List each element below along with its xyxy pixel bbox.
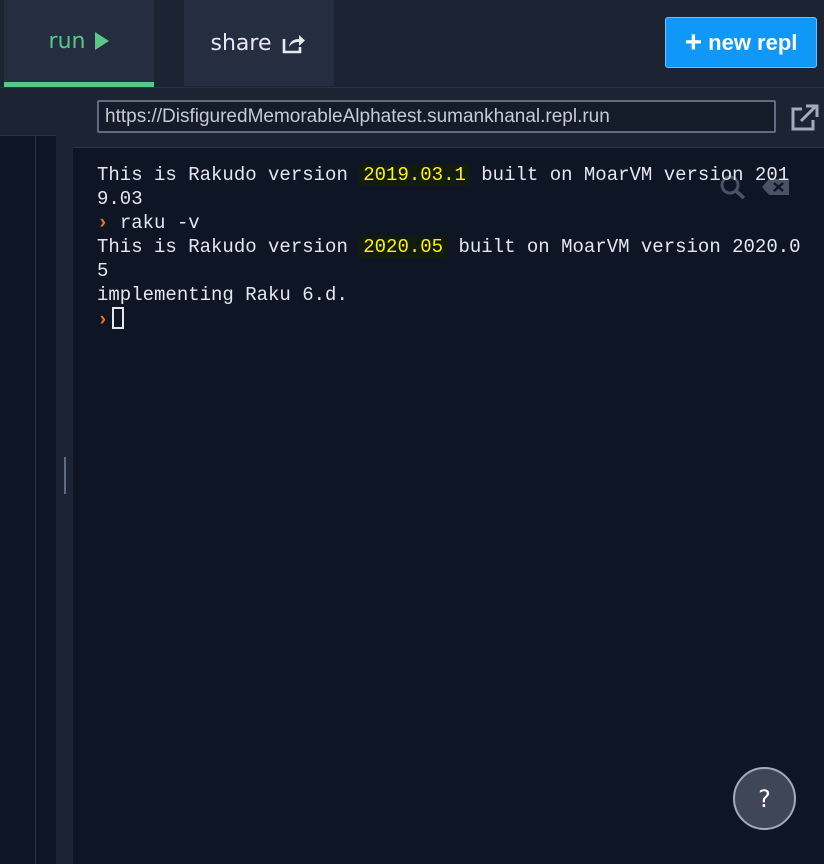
- prompt-icon: ›: [97, 212, 109, 234]
- console-line: This is Rakudo version 2019.03.1 built o…: [97, 164, 790, 210]
- new-repl-label: new repl: [708, 29, 798, 55]
- run-button[interactable]: run: [4, 0, 154, 87]
- new-repl-button[interactable]: + new repl: [665, 17, 817, 68]
- share-icon: [283, 35, 306, 54]
- console-line: This is Rakudo version 2020.05 built on …: [97, 236, 801, 282]
- version-highlight: 2020.05: [359, 236, 448, 258]
- share-label: share: [210, 30, 272, 56]
- open-in-new-tab-icon[interactable]: [789, 104, 819, 132]
- run-label: run: [48, 28, 86, 54]
- editor-pane[interactable]: [0, 88, 56, 864]
- share-button[interactable]: share: [184, 0, 334, 86]
- console-input-line[interactable]: ›: [97, 307, 809, 332]
- url-bar: https://DisfiguredMemorableAlphatest.sum…: [73, 88, 824, 148]
- text-cursor: [112, 307, 125, 329]
- help-button[interactable]: ?: [733, 767, 796, 830]
- console-pane: https://DisfiguredMemorableAlphatest.sum…: [73, 88, 824, 864]
- console-output[interactable]: This is Rakudo version 2019.03.1 built o…: [97, 163, 809, 332]
- top-bar: run share + new repl: [0, 0, 824, 88]
- play-icon: [95, 32, 110, 50]
- console-line: implementing Raku 6.d.: [97, 284, 348, 306]
- editor-header: [0, 88, 56, 136]
- repl-url-field[interactable]: https://DisfiguredMemorableAlphatest.sum…: [97, 100, 776, 133]
- divider-grip-handle[interactable]: [64, 457, 66, 494]
- console-command-line: › raku -v: [97, 212, 200, 234]
- plus-icon: +: [684, 25, 703, 59]
- editor-gutter-line: [35, 136, 36, 864]
- version-highlight: 2019.03.1: [359, 164, 470, 186]
- prompt-icon: ›: [97, 309, 109, 331]
